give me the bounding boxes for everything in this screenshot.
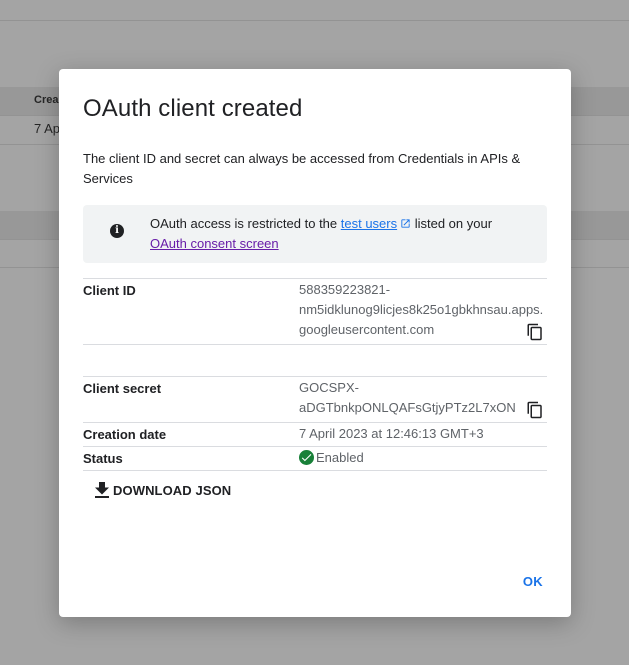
oauth-consent-screen-link[interactable]: OAuth consent screen (150, 236, 279, 251)
background-divider (0, 20, 629, 21)
client-id-line: googleusercontent.com (299, 322, 435, 337)
test-users-link[interactable]: test users (341, 216, 411, 231)
divider (83, 376, 547, 377)
test-users-link-label: test users (340, 216, 398, 231)
divider (83, 446, 547, 447)
ok-button[interactable]: OK (523, 574, 543, 589)
status-label: Status (83, 451, 123, 466)
background-header-cell: Crea (34, 94, 59, 106)
client-id-label: Client ID (83, 283, 136, 298)
open-in-new-icon (401, 219, 410, 228)
status-text: Enabled (316, 450, 364, 465)
notice-middle: listed on your (411, 216, 493, 231)
divider (83, 344, 547, 345)
creation-date-label: Creation date (83, 427, 167, 442)
client-id-value: 588359223821- nm5idklunog9licjes8k25o1gb… (299, 280, 543, 340)
divider (83, 278, 547, 279)
download-json-label: DOWNLOAD JSON (113, 482, 232, 498)
notice-prefix: OAuth access is restricted to the (150, 216, 341, 231)
copy-icon (527, 401, 542, 419)
client-secret-line: aDGTbnkpONLQAFsGtjyPTz2L7xON (299, 400, 516, 415)
client-secret-label: Client secret (83, 381, 162, 396)
dialog-description: The client ID and secret can always be a… (83, 151, 521, 186)
download-icon (95, 482, 109, 498)
copy-client-secret-button[interactable] (526, 401, 544, 419)
client-secret-line: GOCSPX- (299, 380, 359, 395)
restriction-notice: i OAuth access is restricted to the test… (83, 205, 547, 263)
divider (83, 470, 547, 471)
divider (83, 422, 547, 423)
background-table-cell: 7 Ap (34, 121, 61, 136)
creation-date-value: 7 April 2023 at 12:46:13 GMT+3 (299, 426, 484, 441)
client-secret-value: GOCSPX- aDGTbnkpONLQAFsGtjyPTz2L7xON (299, 378, 516, 418)
info-icon: i (110, 224, 124, 238)
copy-icon (527, 323, 542, 341)
oauth-client-created-dialog: OAuth client created The client ID and s… (59, 69, 571, 617)
status-value: Enabled (299, 448, 364, 468)
client-id-line: nm5idklunog9licjes8k25o1gbkhnsau.apps. (299, 302, 544, 317)
dialog-title: OAuth client created (83, 95, 303, 122)
notice-text: OAuth access is restricted to the test u… (150, 214, 530, 254)
download-json-button[interactable]: DOWNLOAD JSON (95, 480, 231, 500)
copy-client-id-button[interactable] (526, 323, 544, 341)
check-circle-icon (299, 450, 314, 465)
client-id-line: 588359223821- (299, 282, 391, 297)
